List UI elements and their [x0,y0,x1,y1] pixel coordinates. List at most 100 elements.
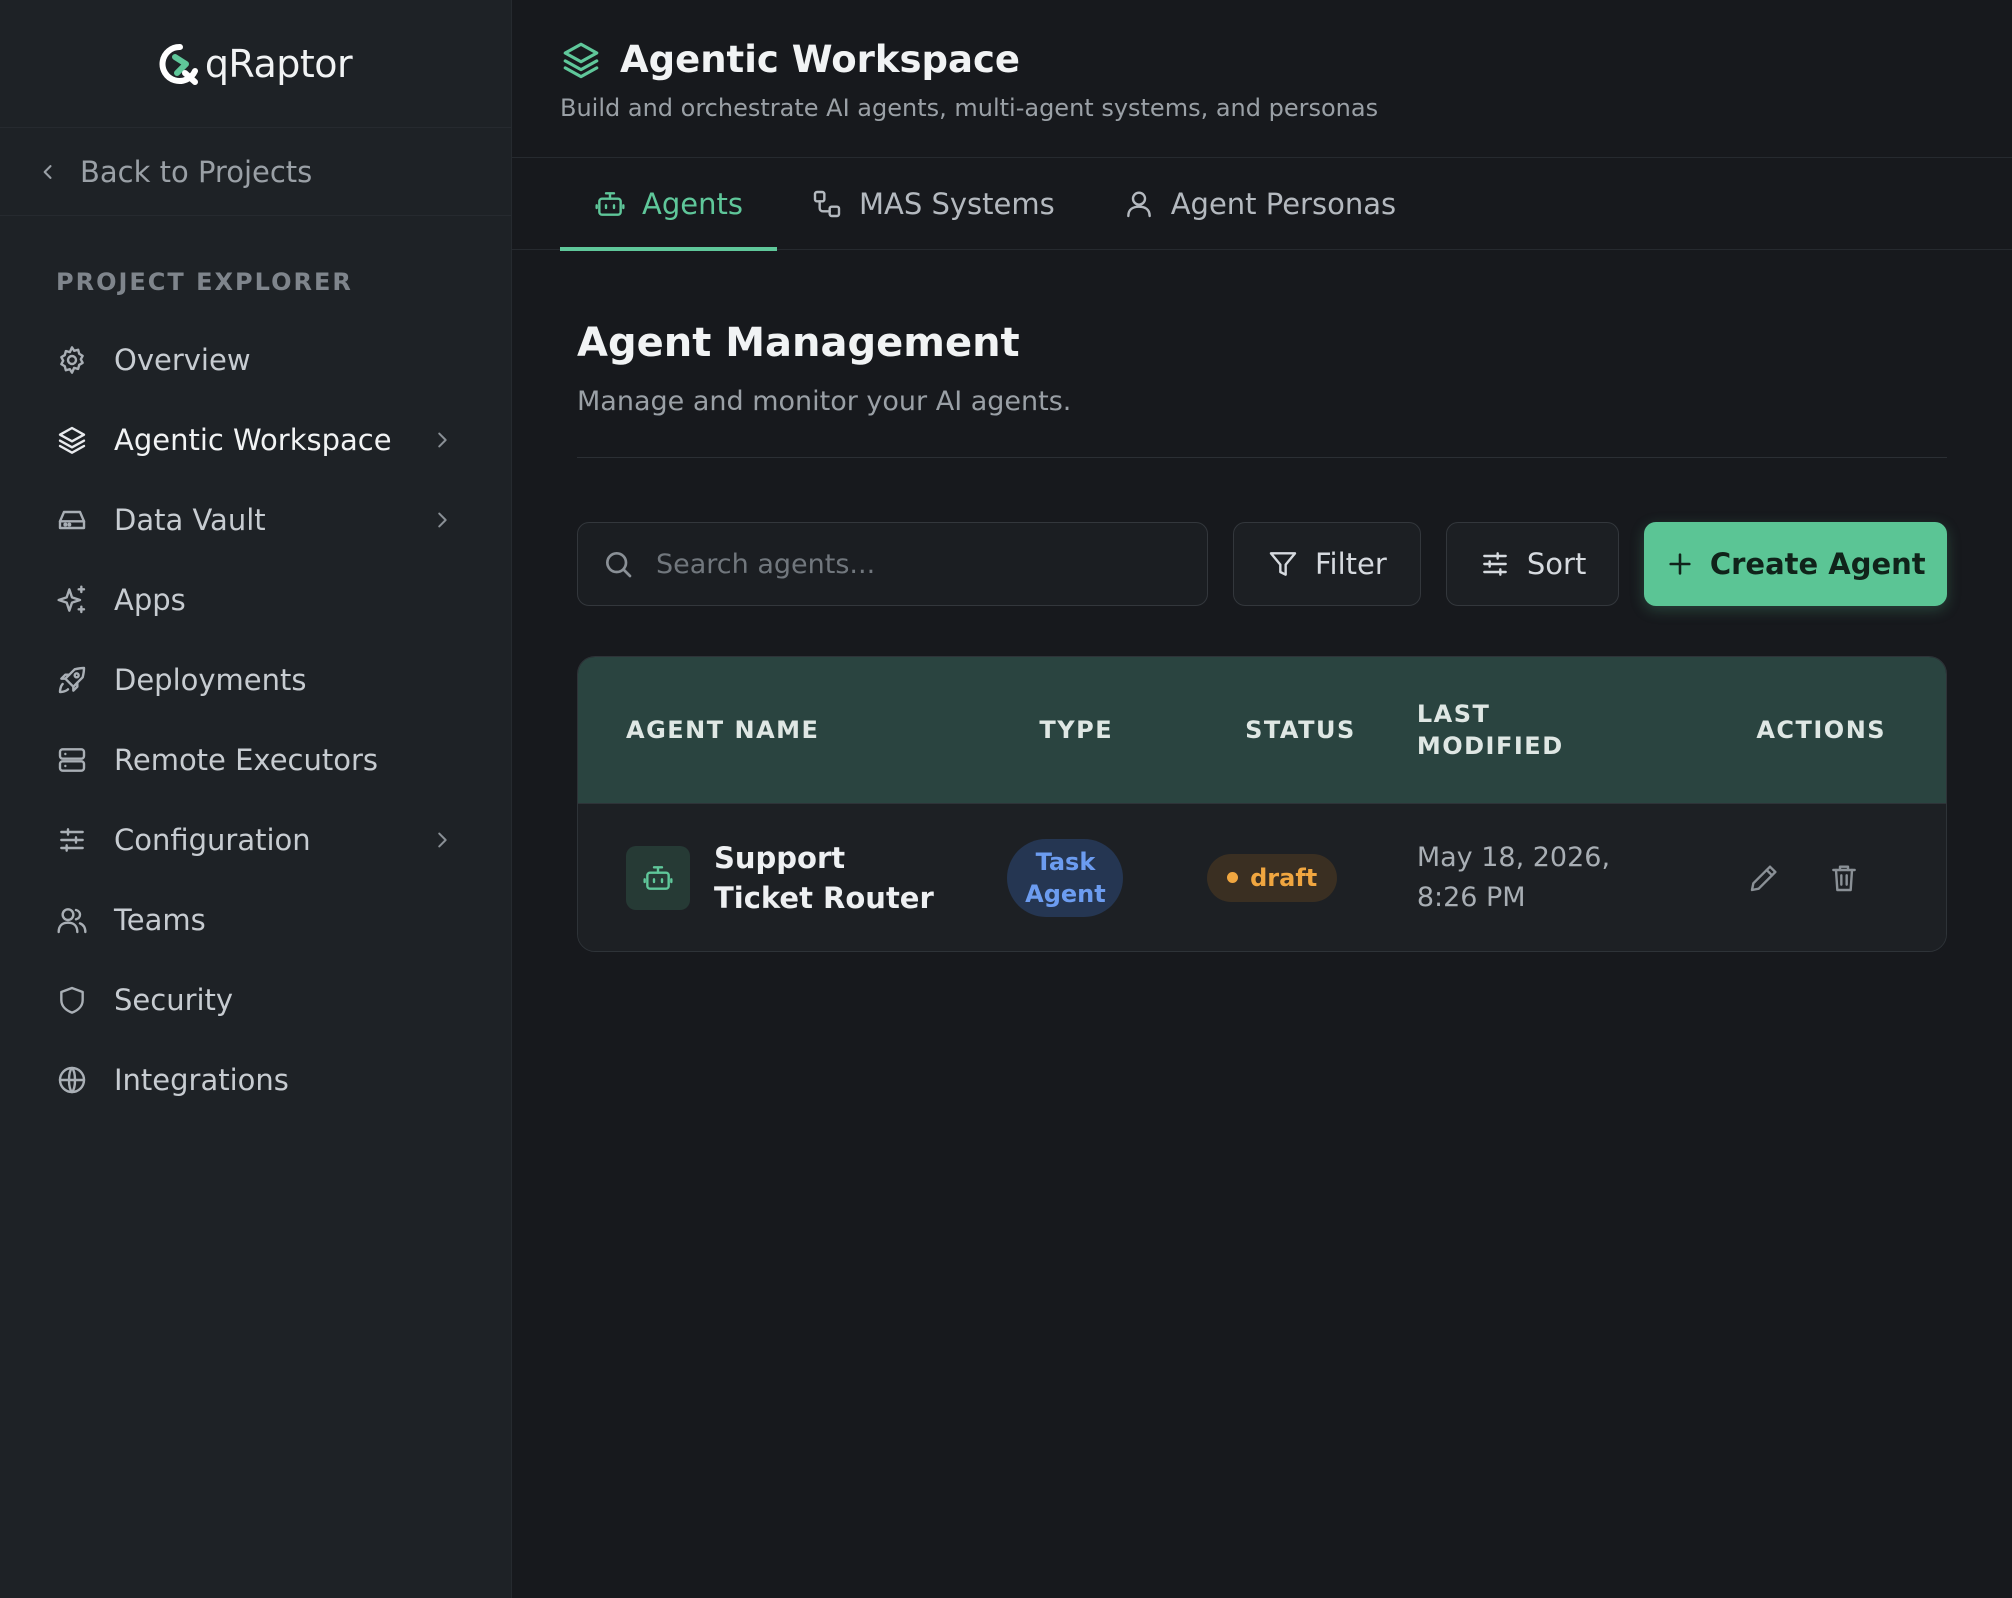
shield-icon [60,986,84,1014]
divider [577,457,1947,458]
gear-icon [60,346,84,374]
column-header-label: LAST MODIFIED [1416,700,1564,760]
user-icon [1126,191,1151,218]
rocket-icon [58,666,86,694]
sidebar-item-label: Remote Executors [114,743,379,777]
sidebar-item-label: Overview [114,343,251,377]
tab-agents[interactable]: Agents [560,158,777,251]
sparkles-icon [57,585,86,614]
create-agent-label: Create Agent [1709,547,1926,581]
table-row[interactable]: Support Ticket Router Task Agent draft M… [578,803,1946,951]
filter-button[interactable]: Filter [1233,522,1421,606]
column-header-type[interactable]: TYPE [1007,716,1207,744]
section-subtitle: Manage and monitor your AI agents. [577,386,1072,417]
section-label: PROJECT EXPLORER [56,268,353,296]
logo-text: qRaptor [204,41,353,86]
page-title: Agentic Workspace [620,38,1021,81]
cell-agent-name: Support Ticket Router [578,838,1007,918]
sort-button[interactable]: Sort [1445,522,1620,606]
sidebar-item-label: Data Vault [114,503,266,537]
plus-icon [1669,553,1691,575]
sidebar: qRaptor Back to Projects PROJECT EXPLORE… [0,0,512,1598]
tab-label: Agent Personas [1170,187,1397,221]
row-actions [1746,862,1946,894]
sidebar-item-data-vault[interactable]: Data Vault [0,480,511,560]
status-badge: draft [1207,853,1338,902]
sidebar-item-label: Configuration [114,823,311,857]
toolbar: Filter Sort Create Agent [577,522,1948,606]
agent-name[interactable]: Support Ticket Router [714,838,944,918]
agents-table: AGENT NAME TYPE STATUS LAST MODIFIED ACT… [577,656,1947,952]
sidebar-item-remote-executors[interactable]: Remote Executors [0,720,511,800]
sidebar-item-apps[interactable]: Apps [0,560,511,640]
sidebar-item-label: Deployments [114,663,307,697]
tab-mas-systems[interactable]: MAS Systems [777,158,1089,250]
tab-bar: Agents MAS Systems Agent Personas [512,158,2012,251]
chevron-right-icon [438,432,447,448]
sidebar-item-label: Agentic Workspace [114,423,392,457]
sidebar-item-security[interactable]: Security [0,960,511,1040]
tab-label: Agents [642,187,743,221]
header-title-row: Agentic Workspace [560,38,1020,81]
table-header: AGENT NAME TYPE STATUS LAST MODIFIED ACT… [578,657,1946,803]
sliders-icon [60,828,84,852]
last-modified-text: May 18, 2026, 8:26 PM [1416,841,1611,913]
sidebar-nav: Overview Agentic Workspace Data Vault Ap… [0,320,511,1120]
workflow-icon [813,190,841,218]
tab-agent-personas[interactable]: Agent Personas [1089,158,1430,250]
tab-label: MAS Systems [858,187,1055,221]
edit-pencil-icon[interactable] [1748,862,1780,894]
sidebar-item-configuration[interactable]: Configuration [0,800,511,880]
sidebar-item-label: Integrations [114,1063,289,1097]
sidebar-item-label: Apps [114,583,186,617]
column-header-status[interactable]: STATUS [1207,716,1417,744]
sort-label: Sort [1526,547,1587,581]
sliders-icon [1483,552,1507,576]
chevron-right-icon [438,832,447,848]
globe-icon [58,1066,86,1094]
trash-icon[interactable] [1828,862,1860,894]
cell-status: draft [1207,853,1417,902]
qraptor-logo-icon [159,43,198,85]
cell-last-modified: May 18, 2026, 8:26 PM [1417,838,1747,918]
filter-label: Filter [1314,547,1387,581]
type-badge: Task Agent [1007,838,1124,917]
layers-icon [563,42,599,78]
layers-icon [58,426,86,454]
cell-actions [1746,862,1946,894]
chevron-right-icon [438,512,447,528]
sidebar-item-label: Security [114,983,234,1017]
column-header-actions: ACTIONS [1756,716,1887,744]
bot-icon [643,865,673,890]
page-header: Agentic Workspace Build and orchestrate … [512,0,2012,158]
page-subtitle: Build and orchestrate AI agents, multi-a… [560,94,1379,122]
chevron-left-icon [43,164,52,179]
sidebar-item-agentic-workspace[interactable]: Agentic Workspace [0,400,511,480]
agent-name-cell: Support Ticket Router [626,838,1007,918]
server-icon [58,748,86,772]
column-header-agent-name[interactable]: AGENT NAME [578,716,1007,744]
sidebar-item-deployments[interactable]: Deployments [0,640,511,720]
section-title: Agent Management [577,320,1020,366]
main-content: Agent Management Manage and monitor your… [577,250,1948,952]
agent-avatar [626,845,690,910]
sidebar-item-teams[interactable]: Teams [0,880,511,960]
search-box[interactable] [577,522,1209,606]
create-agent-button[interactable]: Create Agent [1644,522,1948,606]
sidebar-item-integrations[interactable]: Integrations [0,1040,511,1120]
sidebar-item-overview[interactable]: Overview [0,320,511,400]
status-label: draft [1250,863,1318,892]
back-label: Back to Projects [80,154,313,189]
status-dot [1227,872,1239,883]
filter-icon [1269,552,1297,576]
search-input[interactable] [656,548,1196,580]
sidebar-item-label: Teams [114,903,206,937]
search-icon [606,552,632,578]
drive-icon [58,510,86,530]
bot-icon [595,192,625,216]
column-header-last-modified[interactable]: LAST MODIFIED [1417,698,1746,762]
users-icon [57,908,87,934]
back-to-projects-link[interactable]: Back to Projects [0,128,511,216]
logo[interactable]: qRaptor [0,0,511,128]
cell-type: Task Agent [1007,838,1207,917]
